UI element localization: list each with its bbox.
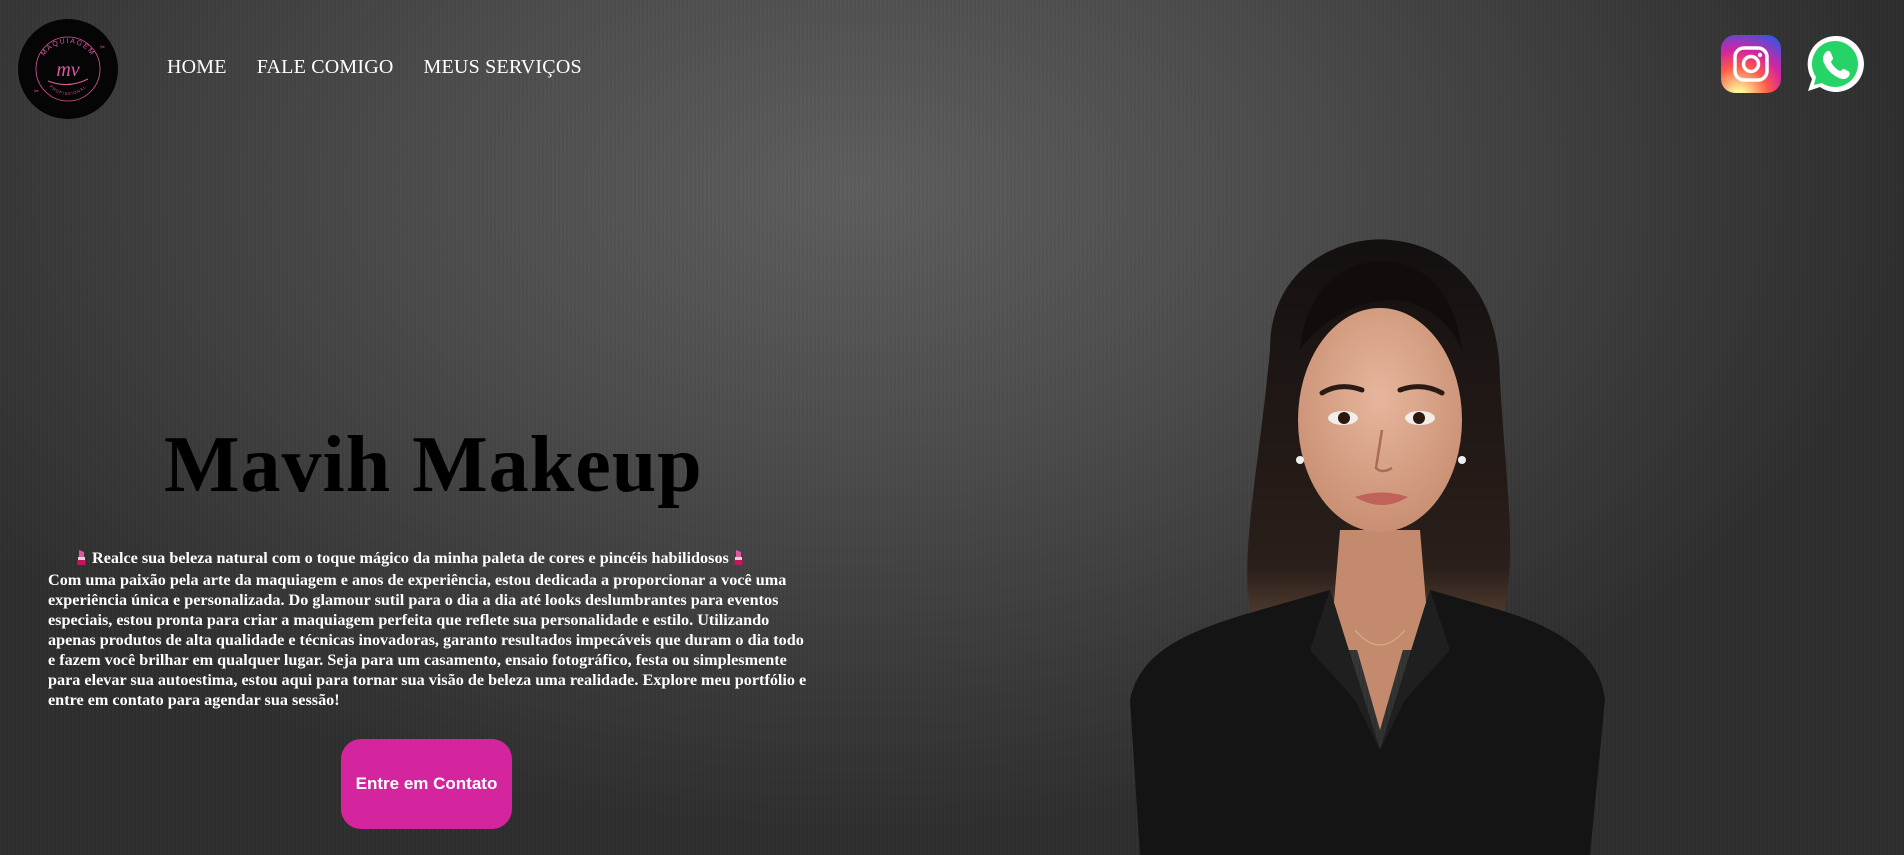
lipstick-icon	[733, 549, 745, 570]
nav-home[interactable]: HOME	[167, 56, 227, 79]
logo-arc-text: MAQUIAGEM	[40, 38, 94, 58]
svg-text:MAQUIAGEM: MAQUIAGEM	[40, 38, 96, 58]
main-nav: HOME FALE COMIGO MEUS SERVIÇOS	[167, 56, 582, 79]
svg-text:PROFISSIONAL: PROFISSIONAL	[49, 84, 88, 96]
logo-bottom-text: PROFISSIONAL	[49, 84, 87, 96]
logo-monogram: mv	[56, 59, 79, 81]
svg-text:✂: ✂	[34, 88, 39, 95]
contact-button[interactable]: Entre em Contato	[341, 739, 512, 829]
hero-tagline: Realce sua beleza natural com o toque má…	[92, 549, 729, 567]
hero-body: Com uma paixão pela arte da maquiagem e …	[48, 571, 807, 709]
social-links	[1721, 32, 1867, 96]
hero-title: Mavih Makeup	[164, 421, 703, 509]
svg-text:✂: ✂	[100, 44, 105, 51]
brand-logo[interactable]: MAQUIAGEM mv PROFISSIONAL ✂ ✂	[18, 19, 118, 119]
portrait-photo	[1130, 239, 1605, 855]
hero-description: Realce sua beleza natural com o toque má…	[48, 548, 808, 710]
nav-fale-comigo[interactable]: FALE COMIGO	[257, 56, 394, 79]
logo-mark: MAQUIAGEM mv PROFISSIONAL ✂ ✂	[34, 36, 105, 102]
nav-meus-servicos[interactable]: MEUS SERVIÇOS	[424, 56, 582, 79]
instagram-icon[interactable]	[1721, 35, 1781, 93]
whatsapp-icon[interactable]	[1803, 32, 1867, 96]
lipstick-icon	[76, 549, 88, 570]
